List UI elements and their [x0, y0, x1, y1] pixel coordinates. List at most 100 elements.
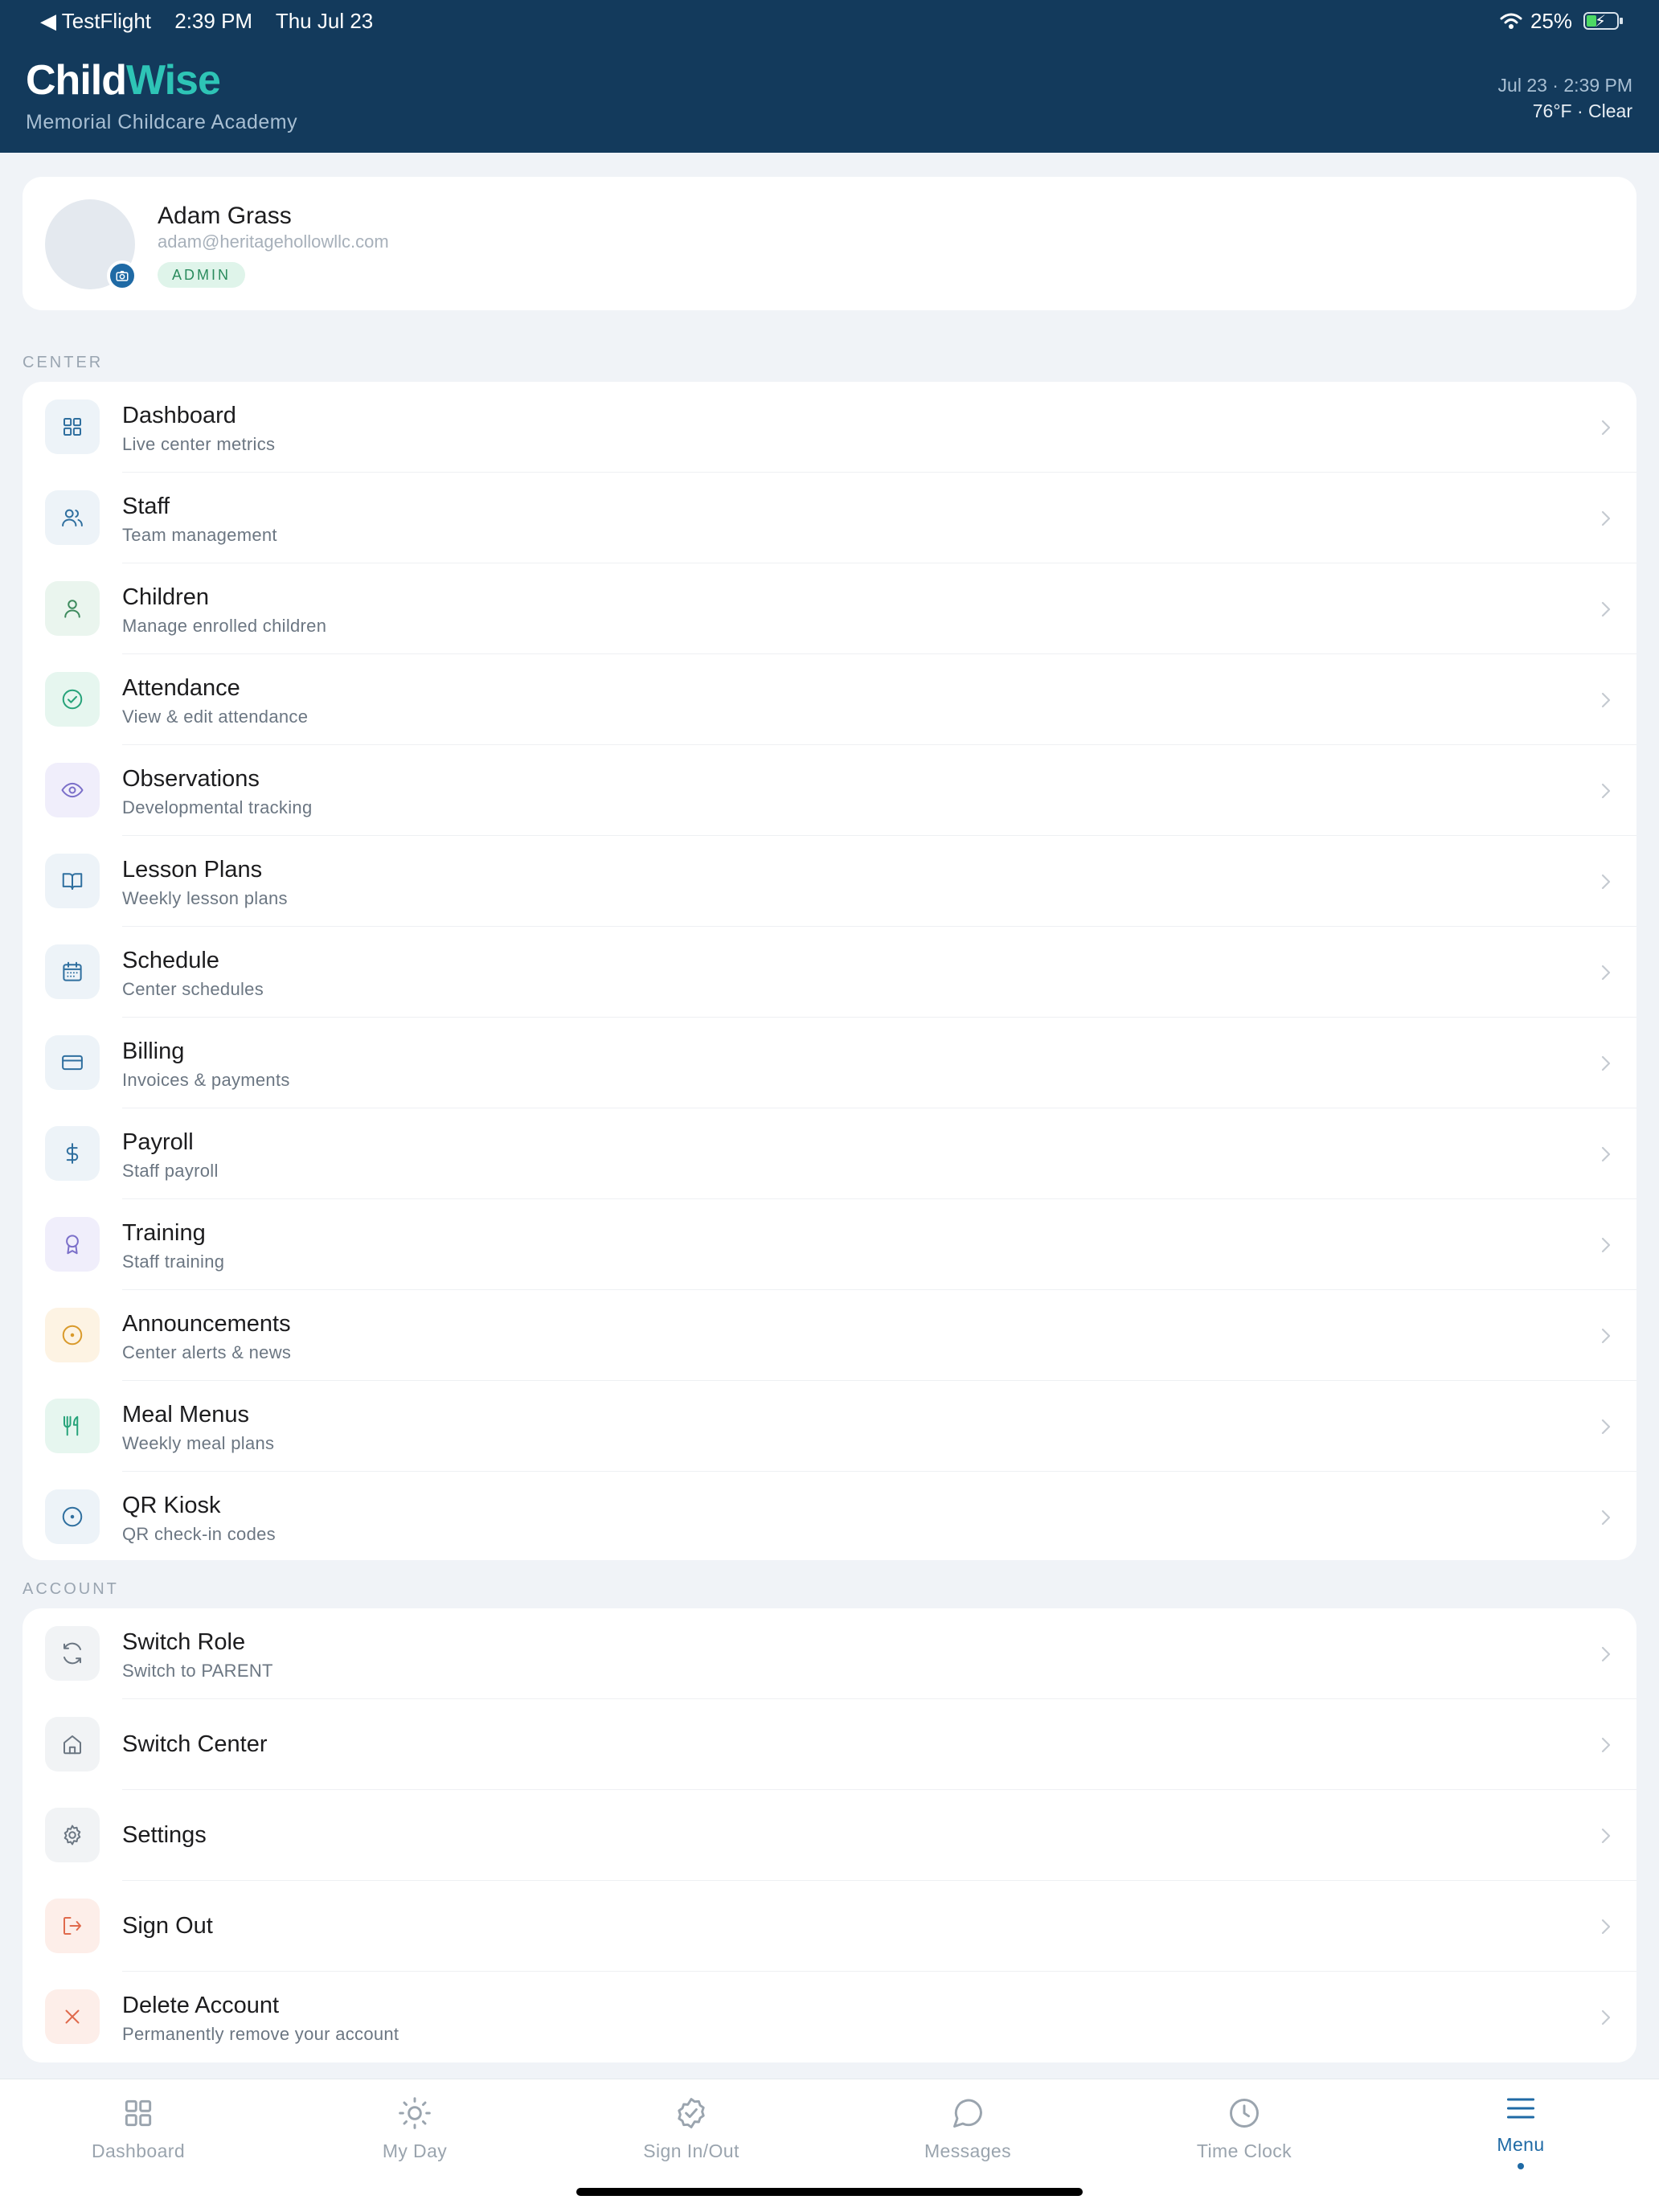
menu-item-title: QR Kiosk: [122, 1493, 221, 1518]
menu-item-subtitle: Staff training: [122, 1251, 225, 1272]
chevron-right-icon: [1598, 416, 1614, 439]
chevron-right-icon: [1598, 1325, 1614, 1347]
utensils-icon: [45, 1399, 100, 1453]
menu-item-subtitle: Center alerts & news: [122, 1342, 292, 1362]
menu-item-switch-center[interactable]: Switch Center: [23, 1699, 1636, 1790]
chevron-right-icon: [1598, 961, 1614, 984]
award-icon: [45, 1217, 100, 1272]
grid-icon: [125, 2099, 152, 2127]
tab-label: Time Clock: [1196, 2140, 1292, 2161]
tab-label: Sign In/Out: [643, 2140, 739, 2161]
menu-item-attendance[interactable]: Attendance View & edit attendance: [23, 654, 1636, 745]
credit-card-icon: [45, 1035, 100, 1090]
status-date: Thu Jul 23: [275, 8, 374, 33]
menu-item-title: Staff: [122, 494, 170, 519]
menu-item-observations[interactable]: Observations Developmental tracking: [23, 745, 1636, 836]
menu-item-subtitle: Center schedules: [122, 979, 264, 999]
section-label-center: CENTER: [23, 354, 104, 371]
header-weather: 76°F · Clear: [1532, 100, 1632, 121]
tab-my-day[interactable]: My Day: [276, 2079, 553, 2176]
tab-dashboard[interactable]: Dashboard: [0, 2079, 276, 2176]
menu-item-subtitle: Weekly lesson plans: [122, 888, 288, 908]
status-bar: ◀ TestFlight 2:39 PM Thu Jul 23 25% ⚡: [40, 6, 1623, 35]
header-datetime: Jul 23 · 2:39 PM: [1497, 75, 1632, 96]
grid-icon: [45, 399, 100, 454]
menu-item-qr-kiosk[interactable]: QR Kiosk QR check-in codes: [23, 1472, 1636, 1563]
menu-item-title: Switch Role: [122, 1629, 246, 1655]
menu-item-subtitle: View & edit attendance: [122, 707, 309, 727]
role-badge: ADMIN: [158, 262, 245, 288]
menu-item-delete-account[interactable]: Delete Account Permanently remove your ac…: [23, 1972, 1636, 2062]
chevron-right-icon: [1598, 1825, 1614, 1847]
target-icon: [45, 1308, 100, 1362]
menu-item-subtitle: Invoices & payments: [122, 1070, 290, 1090]
menu-item-staff[interactable]: Staff Team management: [23, 473, 1636, 563]
menu-item-billing[interactable]: Billing Invoices & payments: [23, 1018, 1636, 1108]
menu-item-title: Dashboard: [122, 403, 236, 428]
active-tab-indicator: [1518, 2163, 1524, 2169]
users-icon: [45, 490, 100, 545]
chevron-right-icon: [1598, 1234, 1614, 1256]
tab-label: Menu: [1497, 2134, 1545, 2155]
tab-label: Dashboard: [91, 2140, 186, 2161]
tab-label: Messages: [924, 2140, 1012, 2161]
menu-item-schedule[interactable]: Schedule Center schedules: [23, 927, 1636, 1018]
account-menu-list: Switch Role Switch to PARENT Switch Center…: [23, 1608, 1636, 2062]
menu-item-title: Observations: [122, 766, 260, 792]
menu-icon: [1506, 2098, 1535, 2119]
calendar-icon: [45, 944, 100, 999]
chevron-right-icon: [1598, 1052, 1614, 1075]
camera-icon[interactable]: [107, 260, 137, 291]
menu-item-title: Settings: [122, 1822, 207, 1848]
menu-item-payroll[interactable]: Payroll Staff payroll: [23, 1108, 1636, 1199]
menu-item-title: Payroll: [122, 1129, 194, 1155]
menu-item-title: Meal Menus: [122, 1402, 249, 1428]
date-weather: Jul 23 · 2:39 PM 76°F · Clear: [1498, 72, 1632, 124]
center-name: Memorial Childcare Academy: [26, 111, 298, 133]
app-header: ◀ TestFlight 2:39 PM Thu Jul 23 25% ⚡ Ch…: [0, 0, 1659, 153]
menu-item-dashboard[interactable]: Dashboard Live center metrics: [23, 382, 1636, 473]
user-icon: [45, 581, 100, 636]
menu-item-title: Children: [122, 584, 209, 610]
tab-messages[interactable]: Messages: [830, 2079, 1106, 2176]
target-icon: [45, 1489, 100, 1544]
menu-item-subtitle: Staff payroll: [122, 1161, 219, 1181]
menu-item-subtitle: QR check-in codes: [122, 1524, 276, 1544]
gear-icon: [45, 1808, 100, 1862]
dollar-icon: [45, 1126, 100, 1181]
menu-item-lesson-plans[interactable]: Lesson Plans Weekly lesson plans: [23, 836, 1636, 927]
chevron-right-icon: [1598, 780, 1614, 802]
menu-item-title: Sign Out: [122, 1913, 213, 1939]
menu-item-title: Delete Account: [122, 1993, 280, 2018]
menu-item-title: Announcements: [122, 1311, 291, 1337]
chat-icon: [953, 2099, 982, 2128]
tab-time-clock[interactable]: Time Clock: [1106, 2079, 1382, 2176]
menu-item-training[interactable]: Training Staff training: [23, 1199, 1636, 1290]
eye-icon: [45, 763, 100, 817]
menu-item-title: Switch Center: [122, 1731, 268, 1757]
menu-item-switch-role[interactable]: Switch Role Switch to PARENT: [23, 1608, 1636, 1699]
chevron-right-icon: [1598, 1143, 1614, 1165]
sun-icon: [399, 2097, 431, 2129]
book-open-icon: [45, 854, 100, 908]
tab-sign-in-out[interactable]: Sign In/Out: [553, 2079, 830, 2176]
profile-name: Adam Grass: [158, 203, 292, 229]
chevron-right-icon: [1598, 1643, 1614, 1665]
menu-item-subtitle: Switch to PARENT: [122, 1661, 273, 1681]
clock-icon: [1230, 2099, 1259, 2128]
menu-item-sign-out[interactable]: Sign Out: [23, 1881, 1636, 1972]
menu-item-subtitle: Weekly meal plans: [122, 1433, 275, 1453]
menu-item-children[interactable]: Children Manage enrolled children: [23, 563, 1636, 654]
menu-item-title: Attendance: [122, 675, 240, 701]
home-indicator: [576, 2188, 1083, 2196]
menu-item-meal-menus[interactable]: Meal Menus Weekly meal plans: [23, 1381, 1636, 1472]
menu-item-subtitle: Permanently remove your account: [122, 2024, 399, 2044]
tab-menu[interactable]: Menu: [1382, 2079, 1659, 2176]
battery-icon: ⚡: [1583, 12, 1623, 31]
menu-item-title: Schedule: [122, 948, 219, 973]
chevron-right-icon: [1598, 2006, 1614, 2029]
menu-item-announcements[interactable]: Announcements Center alerts & news: [23, 1290, 1636, 1381]
menu-item-settings[interactable]: Settings: [23, 1790, 1636, 1881]
back-to-app-link[interactable]: ◀ TestFlight: [40, 9, 151, 33]
chevron-right-icon: [1598, 1915, 1614, 1938]
